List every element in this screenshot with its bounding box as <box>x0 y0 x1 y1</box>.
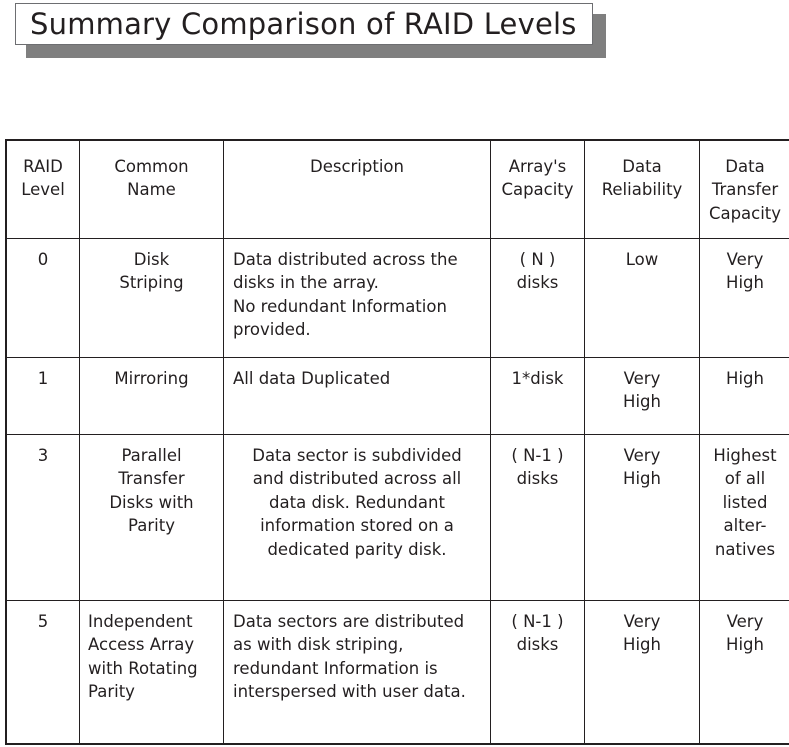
table-body: 0 Disk Striping Data distributed across … <box>6 238 789 744</box>
column-header-raid-level: RAID Level <box>6 140 80 239</box>
cell-arrays-capacity: 1*disk <box>490 357 585 435</box>
table-row: 3 Parallel Transfer Disks with Parity Da… <box>6 434 789 601</box>
cell-common-name: Parallel Transfer Disks with Parity <box>79 434 224 601</box>
cell-arrays-capacity: ( N-1 ) disks <box>490 434 585 601</box>
cell-data-reliability: Very High <box>584 434 700 601</box>
column-header-data-transfer-capacity: Data Transfer Capacity <box>699 140 789 239</box>
cell-data-transfer-capacity: Very High <box>699 238 789 358</box>
cell-raid-level: 1 <box>6 357 80 435</box>
cell-description: Data sector is subdivided and distribute… <box>223 434 491 601</box>
table-header: RAID Level Common Name Description Array… <box>6 140 789 239</box>
cell-raid-level: 5 <box>6 600 80 744</box>
table-header-row: RAID Level Common Name Description Array… <box>6 140 789 239</box>
cell-data-transfer-capacity: High <box>699 357 789 435</box>
raid-comparison-table: RAID Level Common Name Description Array… <box>5 139 789 745</box>
cell-common-name: Independent Access Array with Rotating P… <box>79 600 224 744</box>
cell-raid-level: 0 <box>6 238 80 358</box>
cell-arrays-capacity: ( N-1 ) disks <box>490 600 585 744</box>
column-header-description: Description <box>223 140 491 239</box>
cell-description: All data Duplicated <box>223 357 491 435</box>
page-title: Summary Comparison of RAID Levels <box>30 6 577 41</box>
title-banner: Summary Comparison of RAID Levels <box>15 3 606 58</box>
table-row: 5 Independent Access Array with Rotating… <box>6 600 789 744</box>
title-box: Summary Comparison of RAID Levels <box>15 3 593 45</box>
column-header-arrays-capacity: Array's Capacity <box>490 140 585 239</box>
column-header-common-name: Common Name <box>79 140 224 239</box>
cell-common-name: Disk Striping <box>79 238 224 358</box>
cell-data-reliability: Very High <box>584 357 700 435</box>
cell-description: Data distributed across the disks in the… <box>223 238 491 358</box>
cell-common-name: Mirroring <box>79 357 224 435</box>
cell-data-reliability: Low <box>584 238 700 358</box>
table-row: 1 Mirroring All data Duplicated 1*disk V… <box>6 357 789 435</box>
cell-data-reliability: Very High <box>584 600 700 744</box>
table-row: 0 Disk Striping Data distributed across … <box>6 238 789 358</box>
cell-arrays-capacity: ( N ) disks <box>490 238 585 358</box>
cell-data-transfer-capacity: Very High <box>699 600 789 744</box>
cell-raid-level: 3 <box>6 434 80 601</box>
cell-data-transfer-capacity: Highest of all listed alter- natives <box>699 434 789 601</box>
cell-description: Data sectors are distributed as with dis… <box>223 600 491 744</box>
column-header-data-reliability: Data Reliability <box>584 140 700 239</box>
